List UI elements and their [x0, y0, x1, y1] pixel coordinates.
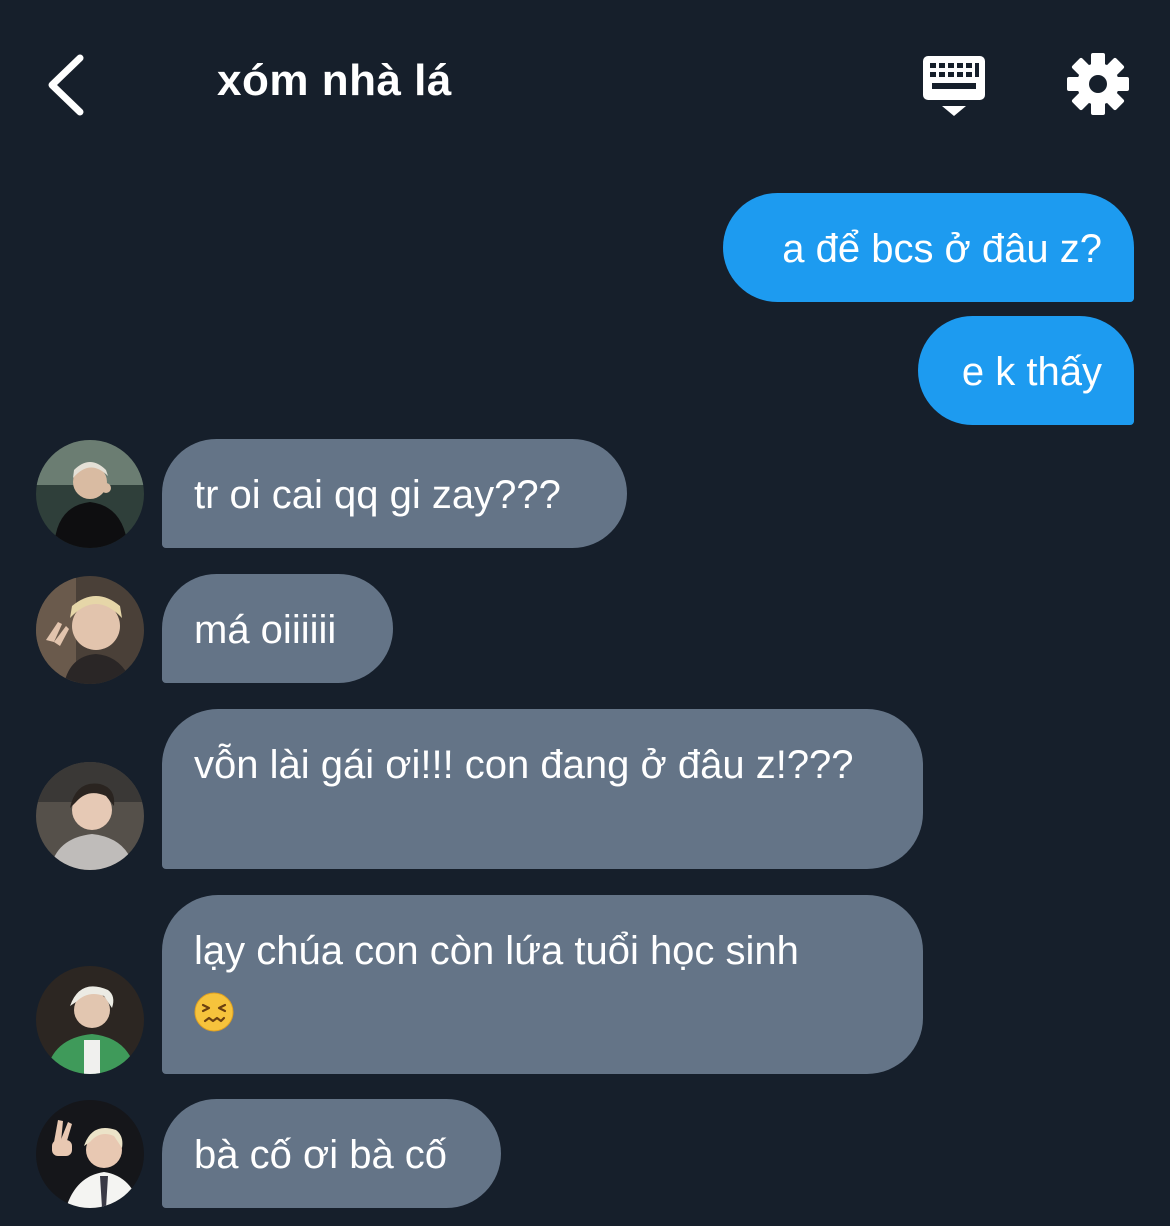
- chat-header: xóm nhà lá: [0, 0, 1170, 170]
- message-text: tr oi cai qq gi zay???: [194, 473, 561, 517]
- avatar[interactable]: [36, 440, 144, 548]
- keyboard-icon: [923, 56, 985, 116]
- incoming-message[interactable]: má oiiiiii: [162, 574, 393, 683]
- incoming-message[interactable]: lạy chúa con còn lứa tuổi học sinh: [162, 895, 923, 1074]
- confounded-face-emoji: [194, 992, 234, 1032]
- avatar[interactable]: [36, 576, 144, 684]
- message-text: vỗn lài gái ơi!!! con đang ở đâu z!???: [194, 743, 854, 787]
- avatar-photo: [36, 762, 144, 870]
- avatar-photo: [36, 576, 144, 684]
- gear-icon: [1067, 53, 1129, 115]
- incoming-message[interactable]: tr oi cai qq gi zay???: [162, 439, 627, 548]
- message-text: e k thấy: [961, 350, 1102, 394]
- avatar-photo: [36, 440, 144, 548]
- incoming-message[interactable]: vỗn lài gái ơi!!! con đang ở đâu z!???: [162, 709, 923, 869]
- message-text: a để bcs ở đâu z?: [782, 227, 1102, 271]
- message-text: má oiiiiii: [194, 608, 337, 652]
- avatar-photo: [36, 1100, 144, 1208]
- settings-button[interactable]: [1066, 52, 1130, 116]
- keyboard-button[interactable]: [918, 52, 990, 120]
- chevron-left-icon: [48, 54, 84, 116]
- avatar[interactable]: [36, 966, 144, 1074]
- avatar[interactable]: [36, 762, 144, 870]
- back-button[interactable]: [40, 50, 100, 120]
- outgoing-message[interactable]: e k thấy: [918, 316, 1134, 425]
- message-text: bà cố ơi bà cố: [194, 1133, 448, 1177]
- outgoing-message[interactable]: a để bcs ở đâu z?: [723, 193, 1134, 302]
- chat-title: xóm nhà lá: [217, 56, 452, 105]
- chat-screen: xóm nhà lá a để bcs ở đâu z? e k thấy tr…: [0, 0, 1170, 1226]
- message-text: lạy chúa con còn lứa tuổi học sinh: [194, 929, 799, 973]
- avatar[interactable]: [36, 1100, 144, 1208]
- avatar-photo: [36, 966, 144, 1074]
- incoming-message[interactable]: bà cố ơi bà cố: [162, 1099, 501, 1208]
